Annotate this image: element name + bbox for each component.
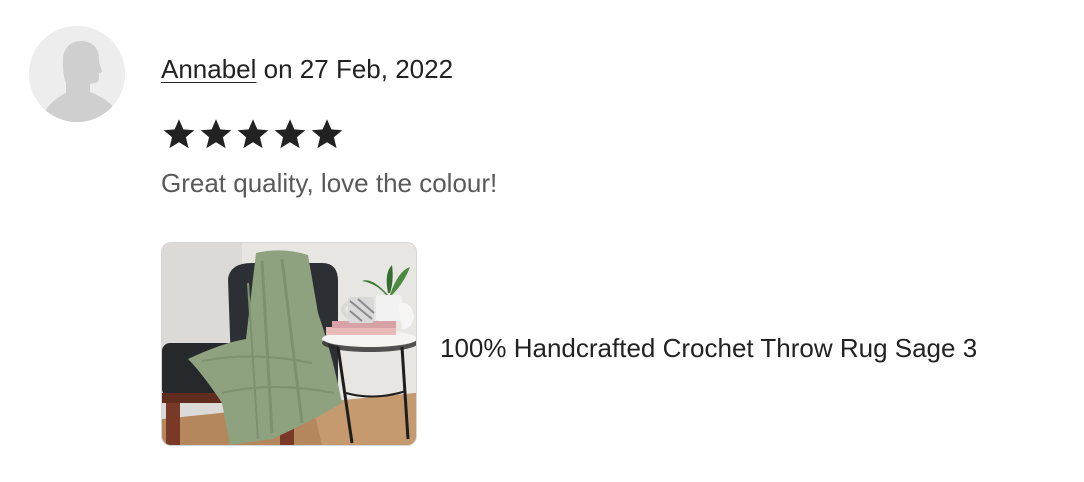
star-filled-icon (237, 119, 269, 149)
item-photo (162, 243, 416, 445)
person-silhouette-icon (29, 26, 125, 122)
star-filled-icon (200, 119, 232, 149)
item-thumbnail[interactable] (161, 242, 417, 446)
review-text: Great quality, love the colour! (161, 168, 498, 198)
review-header: Annabel on 27 Feb, 2022 (161, 52, 453, 86)
item-title: 100% Handcrafted Crochet Throw Rug Sage … (440, 333, 978, 363)
reviewer-avatar[interactable] (29, 26, 125, 122)
reviewer-name-link[interactable]: Annabel (161, 54, 256, 84)
purchased-item-link[interactable]: 100% Handcrafted Crochet Throw Rug Sage … (161, 242, 1061, 446)
star-filled-icon (274, 119, 306, 149)
review-date: on 27 Feb, 2022 (263, 54, 454, 84)
star-filled-icon (311, 119, 343, 149)
star-filled-icon (163, 119, 195, 149)
star-rating (161, 116, 345, 152)
